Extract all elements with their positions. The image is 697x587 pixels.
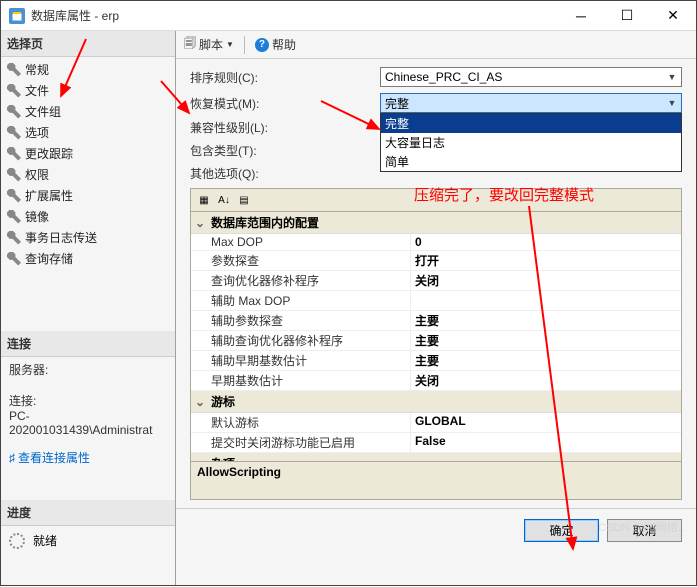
minimize-button[interactable]: ─ <box>558 1 604 31</box>
sidebar-nav: 常规 文件 文件组 选项 更改跟踪 权限 扩展属性 镜像 事务日志传送 查询存储 <box>1 57 175 271</box>
spinner-icon <box>9 533 25 549</box>
sidebar-header: 选择页 <box>1 31 175 57</box>
chevron-down-icon: ▼ <box>665 96 679 110</box>
ready-label: 就绪 <box>33 532 57 549</box>
wrench-icon <box>7 105 21 119</box>
divider <box>244 36 245 54</box>
collapse-icon[interactable]: ⌄ <box>195 216 207 230</box>
dropdown-opt-bulk[interactable]: 大容量日志 <box>381 133 681 152</box>
grid-row[interactable]: 辅助查询优化器修补程序主要 <box>191 331 681 351</box>
watermark: CSDN @[?]网络.. <box>598 519 684 535</box>
chevron-down-icon: ▼ <box>226 40 234 49</box>
wrench-icon <box>7 126 21 140</box>
wrench-icon <box>7 63 21 77</box>
other-label: 其他选项(Q): <box>190 165 380 182</box>
view-conn-props-link[interactable]: 查看连接属性 <box>18 449 90 466</box>
chevron-down-icon: ▼ <box>665 70 679 84</box>
grid-row[interactable]: 辅助参数探查主要 <box>191 311 681 331</box>
grid-row[interactable]: 辅助早期基数估计主要 <box>191 351 681 371</box>
sidebar-item-changetracking[interactable]: 更改跟踪 <box>1 143 175 164</box>
alphabetical-icon[interactable]: A↓ <box>215 191 233 209</box>
wrench-icon <box>7 252 21 266</box>
property-grid[interactable]: ⌄数据库范围内的配置 Max DOP0 参数探查打开 查询优化器修补程序关闭 辅… <box>190 212 682 462</box>
window-title: 数据库属性 - erp <box>31 7 558 24</box>
grid-row[interactable]: 辅助 Max DOP <box>191 291 681 311</box>
sidebar-item-files[interactable]: 文件 <box>1 80 175 101</box>
conn-header: 连接 <box>1 331 175 357</box>
link-icon: ♯ <box>9 451 15 465</box>
close-button[interactable]: ✕ <box>650 1 696 31</box>
contain-label: 包含类型(T): <box>190 142 380 159</box>
wrench-icon <box>7 189 21 203</box>
help-icon: ? <box>255 38 269 52</box>
toolbar: 🗐 脚本 ▼ ? 帮助 <box>176 31 696 59</box>
grid-row[interactable]: 提交时关闭游标功能已启用False <box>191 433 681 453</box>
sort-label: 排序规则(C): <box>190 69 380 86</box>
script-button[interactable]: 🗐 脚本 ▼ <box>184 34 234 55</box>
dropdown-opt-simple[interactable]: 简单 <box>381 152 681 171</box>
sidebar-item-permissions[interactable]: 权限 <box>1 164 175 185</box>
sidebar-item-logship[interactable]: 事务日志传送 <box>1 227 175 248</box>
sidebar-item-extprops[interactable]: 扩展属性 <box>1 185 175 206</box>
script-icon: 🗐 <box>184 34 196 55</box>
grid-group[interactable]: ⌄游标 <box>191 391 681 413</box>
compat-label: 兼容性级别(L): <box>190 119 380 136</box>
conn-body: 服务器: 连接: PC-202001031439\Administrat ♯查看… <box>1 357 175 470</box>
dropdown-opt-full[interactable]: 完整 <box>381 114 681 133</box>
titlebar: 数据库属性 - erp ─ ☐ ✕ <box>1 1 696 31</box>
grid-row[interactable]: Max DOP0 <box>191 234 681 251</box>
wrench-icon <box>7 168 21 182</box>
prop-toolbar: ▦ A↓ ▤ <box>190 188 682 212</box>
grid-row[interactable]: 默认游标GLOBAL <box>191 413 681 433</box>
conn-label: 连接: <box>9 392 167 409</box>
grid-group[interactable]: ⌄杂项 <box>191 453 681 462</box>
wrench-icon <box>7 210 21 224</box>
progress-body: 就绪 <box>1 526 175 555</box>
categorized-icon[interactable]: ▦ <box>195 191 213 209</box>
wrench-icon <box>7 84 21 98</box>
grid-description: AllowScripting <box>190 462 682 500</box>
grid-row[interactable]: 早期基数估计关闭 <box>191 371 681 391</box>
recovery-label: 恢复模式(M): <box>190 95 380 112</box>
sidebar-item-options[interactable]: 选项 <box>1 122 175 143</box>
help-button[interactable]: ? 帮助 <box>255 36 296 53</box>
recovery-dropdown: 完整 大容量日志 简单 <box>380 113 682 172</box>
wrench-icon <box>7 231 21 245</box>
sidebar-item-mirror[interactable]: 镜像 <box>1 206 175 227</box>
sort-combo[interactable]: Chinese_PRC_CI_AS▼ <box>380 67 682 87</box>
server-label: 服务器: <box>9 361 167 378</box>
progress-header: 进度 <box>1 500 175 526</box>
grid-row[interactable]: 查询优化器修补程序关闭 <box>191 271 681 291</box>
grid-group[interactable]: ⌄数据库范围内的配置 <box>191 212 681 234</box>
conn-value: PC-202001031439\Administrat <box>9 409 167 437</box>
sidebar-item-querystore[interactable]: 查询存储 <box>1 248 175 269</box>
recovery-combo[interactable]: 完整▼ <box>380 93 682 113</box>
props-icon[interactable]: ▤ <box>235 191 253 209</box>
collapse-icon[interactable]: ⌄ <box>195 395 207 409</box>
sidebar-item-filegroups[interactable]: 文件组 <box>1 101 175 122</box>
grid-row[interactable]: 参数探查打开 <box>191 251 681 271</box>
ok-button[interactable]: 确定 <box>524 519 599 542</box>
maximize-button[interactable]: ☐ <box>604 1 650 31</box>
sidebar-item-general[interactable]: 常规 <box>1 59 175 80</box>
app-icon <box>9 8 25 24</box>
wrench-icon <box>7 147 21 161</box>
